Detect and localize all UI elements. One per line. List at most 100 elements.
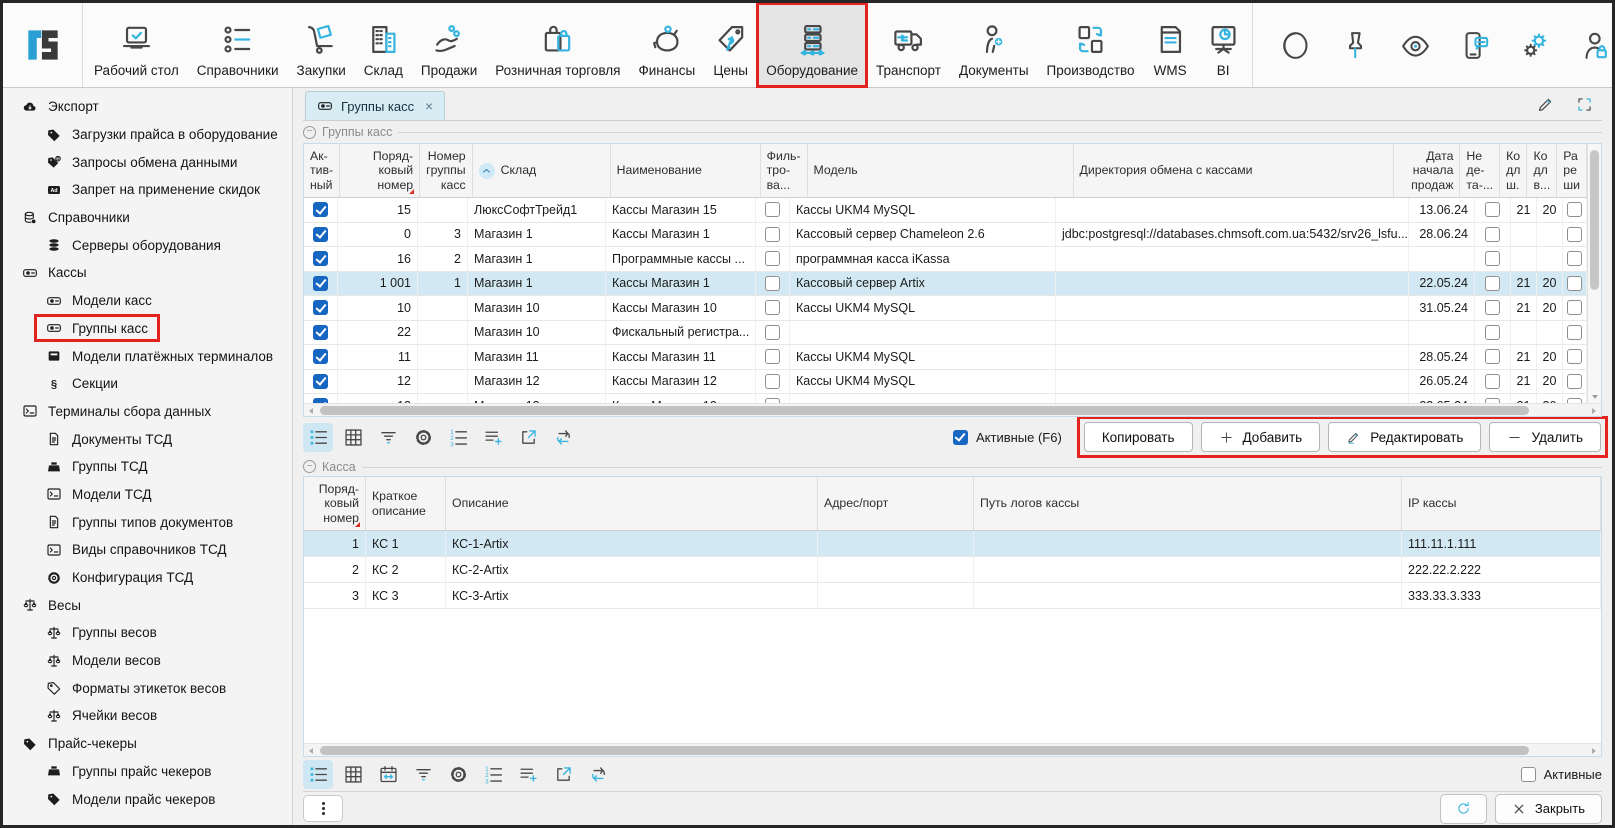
column-header-active[interactable]: Ак- тив- ный [304,144,340,197]
table-row[interactable]: 13Магазин 13Кассы Магазин 1322.05.242120 [304,394,1587,403]
toolbar-ext-icon[interactable] [513,423,543,452]
checkbox-checked[interactable] [313,300,328,315]
column-header-model[interactable]: Модель [808,144,1074,197]
sidebar-item-cash-models[interactable]: Модели касс [3,287,292,315]
checkbox-unchecked[interactable] [765,251,780,266]
sidebar-item-data-exchange-requests[interactable]: SЗапросы обмена данными [3,148,292,176]
top-nav-item-finance[interactable]: Финансы [630,3,705,87]
sidebar-item-cash-groups[interactable]: Группы касс [3,315,292,343]
column-header-ip[interactable]: IP кассы [1402,477,1601,530]
toolbar-listplus-icon[interactable] [478,423,508,452]
column-header-short_desc[interactable]: Краткое описание [366,477,446,530]
toolbar-repeat-icon[interactable] [583,760,613,789]
toolbar-grid-icon[interactable] [338,760,368,789]
checkbox-unchecked[interactable] [1485,325,1500,340]
checkbox-checked[interactable] [313,202,328,217]
checkbox-checked[interactable] [313,251,328,266]
collapse-icon[interactable]: − [303,460,316,473]
sidebar-item-scales-groups[interactable]: Группы весов [3,619,292,647]
fullscreen-icon[interactable] [1575,95,1594,114]
table-row[interactable]: 162Магазин 1Программные кассы ...програм… [304,247,1587,272]
checkbox-unchecked[interactable] [765,276,780,291]
sidebar-item-payment-terminal-models[interactable]: Модели платёжных терминалов [3,342,292,370]
column-header-filtered[interactable]: Филь- тро- ва... [761,144,808,197]
active-filter-checkbox[interactable]: Активные [1521,767,1602,782]
checkbox-unchecked[interactable] [1485,276,1500,291]
tab-close-icon[interactable]: × [425,99,433,114]
column-header-ko_v[interactable]: Ко дл в... [1527,144,1557,197]
toolbar-ext-icon[interactable] [548,760,578,789]
delete-button[interactable]: Удалить [1489,422,1601,452]
checkbox-unchecked[interactable] [1485,349,1500,364]
sidebar-item-tsd-catalog-kinds[interactable]: Виды справочников ТСД [3,536,292,564]
sidebar-item-price-checkers[interactable]: Прайс-чекеры [3,730,292,758]
table-row[interactable]: 11Магазин 11Кассы Магазин 11Кассы UKM4 M… [304,345,1587,370]
sidebar-item-price-checker-groups[interactable]: Группы прайс чекеров [3,758,292,786]
top-nav-item-transport[interactable]: Транспорт [867,3,950,87]
sidebar-item-scales-models[interactable]: Модели весов [3,647,292,675]
table-row[interactable]: 3КС 3КС-3-Artix333.33.3.333 [304,583,1601,609]
top-nav-item-sales[interactable]: Продажи [412,3,486,87]
sidebar-item-tsd-config[interactable]: Конфигурация ТСД [3,564,292,592]
checkbox-checked[interactable] [313,276,328,291]
checkbox-unchecked[interactable] [765,227,780,242]
toolbar-cal-icon[interactable] [373,760,403,789]
column-header-name[interactable]: Наименование [611,144,761,197]
sidebar-item-scales-label-formats[interactable]: Форматы этикеток весов [3,674,292,702]
checkbox-checked[interactable] [313,227,328,242]
table-row[interactable]: 10Магазин 10Кассы Магазин 10Кассы UKM4 M… [304,296,1587,321]
column-header-log_path[interactable]: Путь логов кассы [974,477,1402,530]
edit-button[interactable]: Редактировать [1328,422,1481,452]
checkbox-unchecked[interactable] [765,349,780,364]
table-row[interactable]: 1КС 1КС-1-Artix111.11.1.111 [304,531,1601,557]
settings-icon[interactable] [1519,29,1552,62]
table-row[interactable]: 03Магазин 1Кассы Магазин 1Кассовый серве… [304,223,1587,248]
table-row[interactable]: 1 0011Магазин 1Кассы Магазин 1Кассовый с… [304,272,1587,297]
copy-button[interactable]: Копировать [1084,422,1193,452]
column-header-dir[interactable]: Директория обмена с кассами [1074,144,1395,197]
checkbox-unchecked[interactable] [1567,349,1582,364]
checkbox-unchecked[interactable] [1567,251,1582,266]
column-header-order_num[interactable]: Поряд- ковый номер [304,477,366,530]
sidebar-item-discount-ban[interactable]: AdЗапрет на применение скидок [3,176,292,204]
toolbar-listplus-icon[interactable] [513,760,543,789]
top-nav-item-warehouse[interactable]: Склад [355,3,412,87]
checkbox-checked[interactable] [313,325,328,340]
time-icon[interactable] [1279,29,1312,62]
checkbox-unchecked[interactable] [1485,374,1500,389]
column-header-sklad[interactable]: Склад [473,144,611,197]
top-nav-item-purchases[interactable]: Закупки [288,3,355,87]
edit-pencil-icon[interactable] [1536,95,1555,114]
user-lock-icon[interactable] [1579,29,1612,62]
top-nav-item-documents[interactable]: Документы [950,3,1038,87]
top-nav-item-wms[interactable]: WMS [1144,3,1197,87]
toolbar-filter-icon[interactable] [408,760,438,789]
table-row[interactable]: 22Магазин 10Фискальный регистра... [304,321,1587,346]
checkbox-unchecked[interactable] [1567,202,1582,217]
toolbar-filter-icon[interactable] [373,423,403,452]
checkbox-unchecked[interactable] [1567,276,1582,291]
checkbox-unchecked[interactable] [1567,227,1582,242]
sidebar-item-scales[interactable]: Весы [3,591,292,619]
checkbox-checked[interactable] [953,430,968,445]
top-nav-item-catalogs[interactable]: Справочники [188,3,288,87]
top-nav-item-bi[interactable]: BI [1197,3,1250,87]
horizontal-scrollbar[interactable] [304,403,1601,416]
toolbar-grid-icon[interactable] [338,423,368,452]
checkbox-unchecked[interactable] [765,374,780,389]
sidebar-item-equipment-servers[interactable]: Серверы оборудования [3,231,292,259]
sidebar-item-data-terminals[interactable]: Терминалы сбора данных [3,398,292,426]
checkbox-unchecked[interactable] [1485,202,1500,217]
toolbar-list-icon[interactable] [303,423,333,452]
table-row[interactable]: 15ЛюксСофтТрейд1Кассы Магазин 15Кассы UK… [304,198,1587,223]
sidebar-item-tsd-models[interactable]: Модели ТСД [3,481,292,509]
active-filter-checkbox[interactable]: Активные (F6) [953,430,1062,445]
view-icon[interactable] [1399,29,1432,62]
sidebar-item-doc-type-groups[interactable]: Группы типов документов [3,508,292,536]
checkbox-checked[interactable] [313,374,328,389]
top-nav-item-desktop[interactable]: Рабочий стол [85,3,188,87]
app-logo[interactable] [3,3,83,87]
top-nav-item-prices[interactable]: Цены [704,3,757,87]
sidebar-item-price-checker-models[interactable]: Модели прайс чекеров [3,785,292,813]
column-header-group_num[interactable]: Номер группы касс [420,144,473,197]
